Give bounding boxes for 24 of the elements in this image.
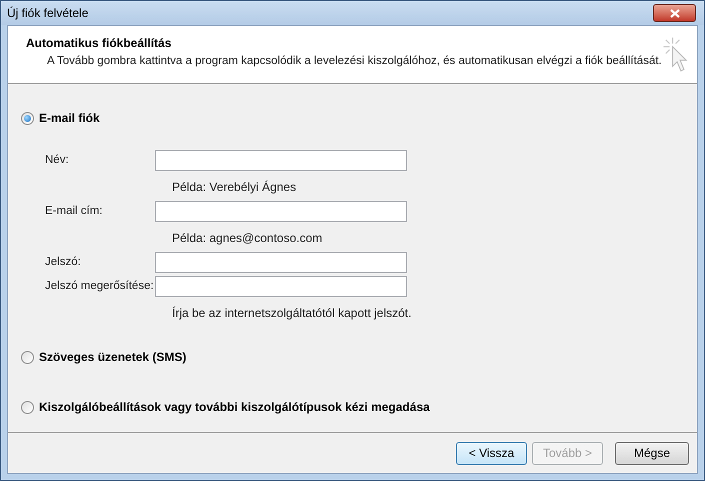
radio-button[interactable] [21,400,34,414]
header-description: A Tovább gombra kattintva a program kapcsolódik a levelezési kiszolgálóhoz, és automatikusan elvégzi a fiók beállítását. [46,54,662,69]
radio-label[interactable]: Szöveges üzenetek (SMS) [39,348,186,366]
close-icon [670,8,680,18]
field-label: E-mail cím: [45,204,104,219]
field-label: Jelszó: [45,254,82,270]
input-field[interactable] [155,150,407,171]
field-label: Jelszó megerősítése: [45,278,155,294]
hint-text: Írja be az internetszolgáltatótól kapott jelszót. [172,306,412,320]
dialog-button[interactable]: Mégse [615,442,689,464]
header-title: Automatikus fiókbeállítás [26,35,172,52]
hint-text: Példa: Verebélyi Ágnes [172,180,296,194]
input-field[interactable] [155,201,407,222]
radio-label[interactable]: E-mail fiók [39,109,100,127]
input-field[interactable] [155,276,407,297]
input-field[interactable] [155,252,407,273]
hint-text: Példa: agnes@contoso.com [172,231,322,245]
radio-button[interactable] [21,112,34,124]
radio-button[interactable] [21,350,34,364]
close-button[interactable] [653,4,696,22]
window-title: Új fiók felvétele [7,5,90,22]
radio-label[interactable]: Kiszolgálóbeállítások vagy további kiszolgálótípusok kézi megadása [39,398,430,416]
dialog-button[interactable]: < Vissza [456,442,527,464]
field-label: Név: [45,152,70,168]
